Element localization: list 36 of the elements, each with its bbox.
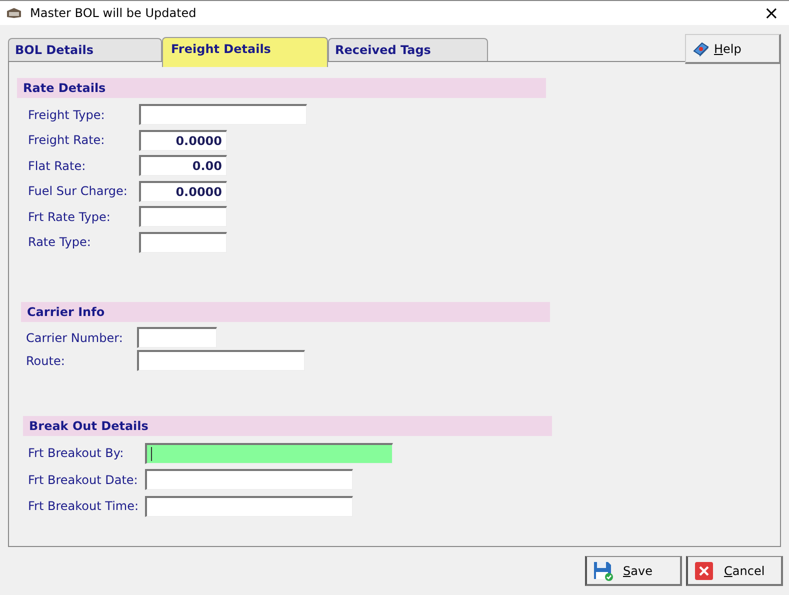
close-button[interactable]: × [764,2,779,24]
app-icon [6,7,22,19]
input-field[interactable]: 0.0000 [139,180,227,202]
window-title: Master BOL will be Updated [30,6,196,20]
input-field[interactable] [139,104,307,126]
close-icon [694,560,714,580]
input-field[interactable] [139,206,227,228]
help-button[interactable]: Help [685,34,781,64]
field-label: Freight Rate: [28,133,106,148]
field-label: Rate Type: [28,235,92,250]
tab[interactable]: Freight Details [162,37,328,67]
section-header: Carrier Info [21,302,550,322]
field-label: Frt Rate Type: [28,210,112,224]
cancel-button[interactable]: Cancel [686,556,783,586]
input-field[interactable]: 0.0000 [139,130,227,151]
field-label: Flat Rate: [28,158,87,173]
input-field[interactable] [145,442,393,464]
field-label: Frt Breakout Time: [28,499,140,514]
tab[interactable]: BOL Details [8,38,162,61]
field-label: Freight Type: [28,108,106,122]
save-button[interactable]: Save [585,556,682,586]
input-field[interactable] [145,496,353,517]
input-field[interactable] [139,232,227,253]
input-field[interactable]: 0.00 [139,155,227,176]
field-label: Fuel Sur Charge: [28,184,128,198]
help-book-icon [692,40,710,56]
section-header: Break Out Details [23,416,552,436]
input-field[interactable] [145,469,353,490]
field-label: Frt Breakout By: [28,446,125,460]
field-label: Carrier Number: [26,330,124,344]
input-field[interactable] [137,350,305,371]
field-label: Route: [26,354,66,368]
section-header: Rate Details [17,78,546,98]
tab[interactable]: Received Tags [328,38,488,61]
input-field[interactable] [137,327,217,348]
field-label: Frt Breakout Date: [28,472,139,487]
